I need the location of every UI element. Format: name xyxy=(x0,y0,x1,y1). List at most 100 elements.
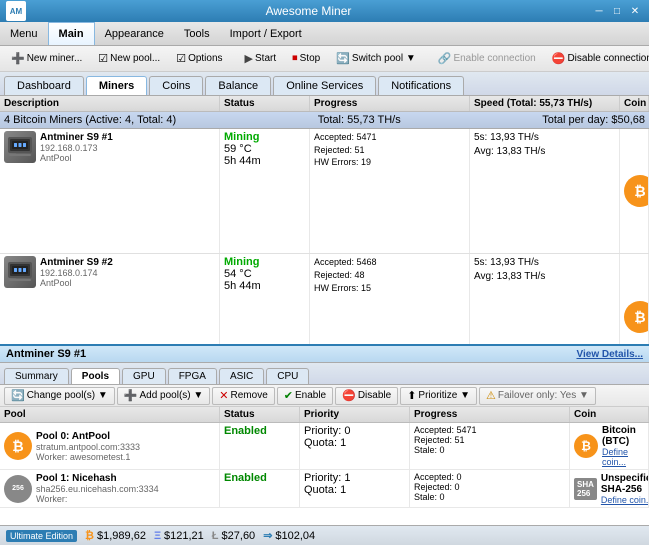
disable-conn-icon: ⛔ xyxy=(552,52,566,65)
eth-icon: Ξ xyxy=(154,530,161,542)
menu-item-main[interactable]: Main xyxy=(48,22,95,45)
miner-pool: AntPool xyxy=(40,278,113,288)
bitcoin-icon: ₿ xyxy=(85,530,94,542)
window-controls[interactable]: ─ □ ✕ xyxy=(591,4,643,18)
pool-icon: ₿ xyxy=(4,432,32,460)
app-logo: AM xyxy=(6,1,26,21)
miner-icon xyxy=(4,131,36,163)
dash-price: ⇒ $102,04 xyxy=(263,529,315,542)
prioritize-button[interactable]: ⬆ Prioritize ▼ xyxy=(400,387,477,405)
watermark: taiwebs.com xyxy=(579,511,645,523)
failover-icon: ⚠ xyxy=(486,389,496,402)
options-button[interactable]: ☑ Options xyxy=(169,49,229,69)
miner-speed-cell: 5s: 13,93 TH/s Avg: 13,83 TH/s xyxy=(470,254,620,344)
tab-online-services[interactable]: Online Services xyxy=(273,76,376,95)
miner-rejected: Rejected: 48 xyxy=(314,269,465,282)
remove-button[interactable]: ✕ Remove xyxy=(212,387,274,405)
miner-status-cell: Mining 54 °C 5h 44m xyxy=(220,254,310,344)
pool-col-priority: Priority xyxy=(300,407,410,422)
dash-icon: ⇒ xyxy=(263,529,272,542)
miner-accepted: Accepted: 5471 xyxy=(314,131,465,144)
miner-desc-cell: Antminer S9 #1 192.168.0.173 AntPool xyxy=(0,129,220,253)
bottom-tab-asic[interactable]: ASIC xyxy=(219,368,264,384)
start-button[interactable]: ▶ Start xyxy=(238,49,284,69)
menu-item-tools[interactable]: Tools xyxy=(174,22,220,45)
close-button[interactable]: ✕ xyxy=(627,4,643,18)
add-icon: ➕ xyxy=(11,52,25,65)
pool-accepted: Accepted: 0 xyxy=(414,472,565,482)
enable-button[interactable]: ✔ Enable xyxy=(277,387,333,405)
disable-icon: ⛔ xyxy=(342,389,356,402)
btc-coin-icon: ₿ xyxy=(624,175,649,207)
miner-uptime: 5h 44m xyxy=(224,155,305,167)
table-header: Description Status Progress Speed (Total… xyxy=(0,96,649,112)
stop-button[interactable]: ⏹ Stop xyxy=(285,49,327,69)
menu-item-menu[interactable]: Menu xyxy=(0,22,48,45)
miner-uptime: 5h 44m xyxy=(224,280,305,292)
pool-row[interactable]: 256 Pool 1: Nicehash sha256.eu.nicehash.… xyxy=(0,470,649,508)
add-pool-button[interactable]: ➕ Add pool(s) ▼ xyxy=(117,387,211,405)
miner-speed-avg: Avg: 13,83 TH/s xyxy=(474,270,615,284)
pool-name: Pool 0: AntPool xyxy=(36,431,140,442)
miner-speed-cell: 5s: 13,93 TH/s Avg: 13,83 TH/s xyxy=(470,129,620,253)
pool-url: stratum.antpool.com:3333 xyxy=(36,442,140,452)
disable-connection-button[interactable]: ⛔ Disable connection xyxy=(545,49,649,69)
col-status: Status xyxy=(220,96,310,111)
bottom-tab-cpu[interactable]: CPU xyxy=(266,368,309,384)
sha-badge: SHA256 xyxy=(574,478,597,500)
pool-quota: Quota: 1 xyxy=(304,437,405,449)
add-pool-icon: ➕ xyxy=(124,389,138,402)
miner-accepted: Accepted: 5468 xyxy=(314,256,465,269)
miner-pool: AntPool xyxy=(40,153,113,163)
pool-col-status: Status xyxy=(220,407,300,422)
tab-notifications[interactable]: Notifications xyxy=(378,76,464,95)
bottom-tabs: Summary Pools GPU FPGA ASIC CPU xyxy=(0,363,649,385)
view-details-link[interactable]: View Details... xyxy=(576,349,643,360)
enable-conn-icon: 🔗 xyxy=(438,52,452,65)
pool-info-cell: ₿ Pool 0: AntPool stratum.antpool.com:33… xyxy=(0,423,220,469)
disable-button[interactable]: ⛔ Disable xyxy=(335,387,398,405)
col-coin: Coin (Total per day: $69,47) xyxy=(620,96,649,111)
maximize-button[interactable]: □ xyxy=(609,4,625,18)
menu-item-appearance[interactable]: Appearance xyxy=(95,22,174,45)
pool-status-badge: Enabled xyxy=(224,472,267,484)
bottom-tab-fpga[interactable]: FPGA xyxy=(168,368,217,384)
add-pool-icon: ☑ xyxy=(98,52,108,65)
prioritize-icon: ⬆ xyxy=(407,389,416,402)
enable-connection-button[interactable]: 🔗 Enable connection xyxy=(431,49,543,69)
pool-priority-cell: Priority: 0 Quota: 1 xyxy=(300,423,410,469)
pool-rejected: Rejected: 51 xyxy=(414,435,565,445)
edition-label: Ultimate Edition xyxy=(6,530,77,542)
pool-col-coin: Coin xyxy=(570,407,649,422)
bitcoin-price: ₿ $1,989,62 xyxy=(85,530,146,542)
change-pool-button[interactable]: 🔄 Change pool(s) ▼ xyxy=(4,387,115,405)
bottom-tab-pools[interactable]: Pools xyxy=(71,368,120,384)
bottom-toolbar: 🔄 Change pool(s) ▼ ➕ Add pool(s) ▼ ✕ Rem… xyxy=(0,385,649,407)
bottom-tab-gpu[interactable]: GPU xyxy=(122,368,166,384)
bitcoin-section-perday: Total per day: $50,68 xyxy=(542,114,645,126)
tab-miners[interactable]: Miners xyxy=(86,76,147,95)
failover-button[interactable]: ⚠ Failover only: Yes ▼ xyxy=(479,387,596,405)
pool-define-coin-link[interactable]: Define coin... xyxy=(602,447,644,467)
switch-pool-button[interactable]: 🔄 Switch pool ▼ xyxy=(329,49,423,69)
pool-coin-name: Unspecified SHA-256 xyxy=(601,473,649,495)
miner-row[interactable]: Antminer S9 #2 192.168.0.174 AntPool Min… xyxy=(0,254,649,344)
tab-balance[interactable]: Balance xyxy=(205,76,271,95)
pool-define-coin-link[interactable]: Define coin... xyxy=(601,495,649,505)
pool-coin-cell: ₿ Bitcoin (BTC) Define coin... xyxy=(570,423,649,469)
bottom-panel-header: Antminer S9 #1 View Details... xyxy=(0,346,649,363)
tab-dashboard[interactable]: Dashboard xyxy=(4,76,84,95)
miner-progress-cell: Accepted: 5468 Rejected: 48 HW Errors: 1… xyxy=(310,254,470,344)
miner-hw-errors: HW Errors: 15 xyxy=(314,282,465,295)
eth-price: Ξ $121,21 xyxy=(154,530,204,542)
pool-row[interactable]: ₿ Pool 0: AntPool stratum.antpool.com:33… xyxy=(0,423,649,470)
miner-desc-cell: Antminer S9 #2 192.168.0.174 AntPool xyxy=(0,254,220,344)
menu-item-import-export[interactable]: Import / Export xyxy=(220,22,312,45)
bottom-tab-summary[interactable]: Summary xyxy=(4,368,69,384)
miner-row[interactable]: Antminer S9 #1 192.168.0.173 AntPool Min… xyxy=(0,129,649,254)
tab-coins[interactable]: Coins xyxy=(149,76,203,95)
minimize-button[interactable]: ─ xyxy=(591,4,607,18)
new-pool-button[interactable]: ☑ New pool... xyxy=(91,49,167,69)
new-miner-button[interactable]: ➕ New miner... xyxy=(4,49,89,69)
dash-value: $102,04 xyxy=(275,530,315,542)
